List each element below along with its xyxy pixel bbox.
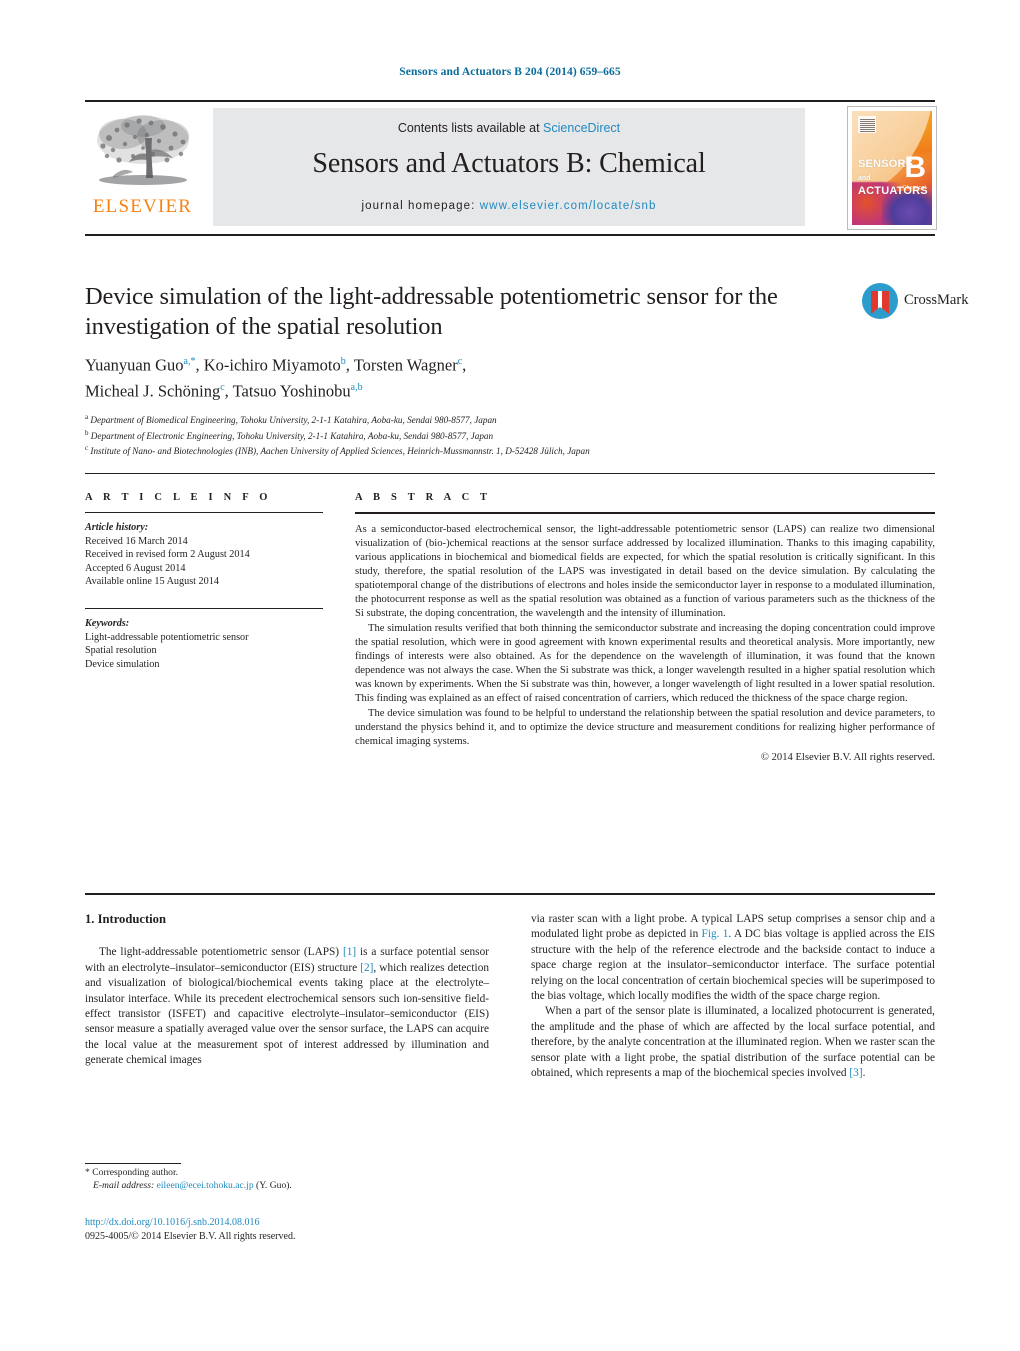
corresponding-author-footnote: * Corresponding author. E-mail address: …: [85, 1166, 489, 1192]
author-list: Yuanyuan Guoa,*, Ko-ichiro Miyamotob, To…: [85, 351, 845, 402]
abstract-paragraph-1: As a semiconductor-based electrochemical…: [355, 523, 935, 620]
article-info-column: A R T I C L E I N F O Article history: R…: [85, 492, 323, 671]
journal-masthead: ELSEVIER Contents lists available at Sci…: [85, 100, 937, 236]
author-yoshinobu: , Tatsuo Yoshinobu: [224, 381, 351, 400]
rule-below-abstract: [85, 893, 935, 895]
intro-paragraph-left: The light-addressable potentiometric sen…: [85, 945, 489, 1068]
keywords-rule: [85, 607, 323, 609]
author-guo: Yuanyuan Guo: [85, 355, 184, 375]
cover-series-sublabel: Chemical: [902, 185, 926, 191]
contents-available-line: Contents lists available at ScienceDirec…: [213, 121, 805, 135]
author-miyamoto: , Ko-ichiro Miyamoto: [195, 355, 341, 375]
issn-copyright-line: 0925-4005/© 2014 Elsevier B.V. All right…: [85, 1231, 296, 1242]
crossmark-badge[interactable]: CrossMark: [862, 281, 968, 323]
footnote-separator-rule: [85, 1163, 181, 1164]
elsevier-logo: ELSEVIER: [85, 108, 200, 232]
abstract-copyright: © 2014 Elsevier B.V. All rights reserved…: [760, 752, 935, 763]
citation-1[interactable]: [1]: [343, 946, 356, 958]
keyword-1: Light-addressable potentiometric sensor: [85, 631, 249, 643]
corresponding-author-text: Corresponding author.: [92, 1167, 179, 1178]
homepage-prefix: journal homepage:: [361, 200, 480, 212]
elsevier-wordmark: ELSEVIER: [92, 196, 193, 217]
sciencedirect-link[interactable]: ScienceDirect: [543, 121, 620, 135]
author-guo-marker[interactable]: a,*: [184, 356, 196, 367]
rule-under-affiliations: [85, 473, 935, 474]
section-heading-introduction: 1. Introduction: [85, 912, 166, 926]
elsevier-tree-icon: [97, 115, 189, 185]
abstract-paragraph-2: The simulation results verified that bot…: [355, 622, 935, 705]
journal-reference: Sensors and Actuators B 204 (2014) 659–6…: [399, 66, 621, 78]
email-link[interactable]: eileen@ecei.tohoku.ac.jp: [157, 1180, 254, 1191]
cover-elsevier-mark-icon: [858, 116, 876, 133]
email-owner: (Y. Guo).: [256, 1180, 292, 1192]
footnote-star: *: [85, 1167, 90, 1178]
masthead-bottom-rule: [85, 234, 935, 236]
affiliation-a-text: Department of Biomedical Engineering, To…: [90, 415, 497, 426]
intro-paragraph-right-1: via raster scan with a light probe. A ty…: [531, 912, 935, 1004]
page-title: Device simulation of the light-addressab…: [85, 283, 778, 340]
figure-1-link[interactable]: Fig. 1: [702, 928, 729, 940]
journal-homepage-link[interactable]: www.elsevier.com/locate/snb: [480, 200, 657, 212]
author-schoning: Micheal J. Schöning: [85, 381, 221, 400]
author-yoshinobu-marker[interactable]: a,b: [351, 382, 363, 393]
masthead-band: Contents lists available at ScienceDirec…: [213, 108, 805, 226]
affiliation-b: b Department of Electronic Engineering, …: [85, 427, 845, 443]
affiliation-b-text: Department of Electronic Engineering, To…: [90, 430, 494, 441]
masthead-top-rule: [85, 100, 935, 102]
article-history-label: Article history:: [85, 522, 149, 533]
abstract-rule: [355, 512, 935, 514]
keywords-block: Keywords: Light-addressable potentiometr…: [85, 617, 323, 671]
affiliation-c-text: Institute of Nano- and Biotechnologies (…: [90, 446, 590, 457]
corresponding-line: * Corresponding author.: [85, 1166, 489, 1179]
history-online: Available online 15 August 2014: [85, 576, 219, 588]
doi-link[interactable]: http://dx.doi.org/10.1016/j.snb.2014.08.…: [85, 1216, 505, 1230]
journal-cover-thumbnail[interactable]: SENSORS and ACTUATORS B Chemical: [847, 106, 937, 230]
cover-series-letter: B: [904, 151, 926, 184]
article-history-block: Article history: Received 16 March 2014 …: [85, 521, 323, 589]
affiliation-c: c Institute of Nano- and Biotechnologies…: [85, 442, 845, 458]
intro-left-seg1: The light-addressable potentiometric sen…: [99, 946, 343, 959]
abstract-heading: A B S T R A C T: [355, 492, 492, 503]
citation-2[interactable]: [2]: [360, 962, 373, 974]
cover-and: and: [858, 174, 871, 182]
journal-homepage-line: journal homepage: www.elsevier.com/locat…: [213, 200, 805, 212]
affiliation-a-marker: a: [85, 413, 89, 421]
citation-3[interactable]: [3]: [849, 1067, 862, 1079]
history-accepted: Accepted 6 August 2014: [85, 562, 186, 574]
body-column-left: 1. Introduction The light-addressable po…: [85, 912, 489, 1069]
body-column-right: via raster scan with a light probe. A ty…: [531, 912, 935, 1081]
author-line1-tail: ,: [462, 355, 467, 375]
contents-prefix: Contents lists available at: [397, 121, 544, 135]
crossmark-label: CrossMark: [904, 292, 969, 308]
abstract-paragraph-3: The device simulation was found to be he…: [355, 707, 935, 747]
email-line: E-mail address: eileen@ecei.tohoku.ac.jp…: [85, 1179, 489, 1192]
title-author-block: Device simulation of the light-addressab…: [85, 282, 845, 458]
article-info-rule: [85, 512, 323, 513]
article-info-heading: A R T I C L E I N F O: [85, 492, 272, 503]
abstract-column: A B S T R A C T As a semiconductor-based…: [355, 492, 935, 765]
page-footer: http://dx.doi.org/10.1016/j.snb.2014.08.…: [85, 1216, 505, 1244]
affiliation-a: a Department of Biomedical Engineering, …: [85, 411, 845, 427]
abstract-body: As a semiconductor-based electrochemical…: [355, 523, 935, 766]
intro-paragraph-right-2: When a part of the sensor plate is illum…: [531, 1004, 935, 1081]
crossmark-icon: [862, 283, 898, 319]
intro-right2-seg1: When a part of the sensor plate is illum…: [531, 1005, 935, 1080]
cover-elsevier-mark-inner: [859, 117, 875, 132]
affiliation-c-marker: c: [85, 444, 89, 453]
author-wagner: , Torsten Wagner: [345, 355, 458, 375]
intro-right2-seg2: .: [862, 1067, 866, 1080]
keywords-label: Keywords:: [85, 617, 130, 629]
article-page: Sensors and Actuators B 204 (2014) 659–6…: [0, 0, 1020, 1351]
email-label: E-mail address:: [93, 1180, 155, 1192]
journal-title: Sensors and Actuators B: Chemical: [312, 148, 706, 179]
journal-cover-art: SENSORS and ACTUATORS B Chemical: [852, 111, 932, 225]
affiliation-b-marker: b: [85, 428, 89, 437]
intro-left-seg3: , which realizes detection and visualiza…: [85, 961, 489, 1067]
affiliation-list: a Department of Biomedical Engineering, …: [85, 411, 845, 458]
keyword-2: Spatial resolution: [85, 645, 157, 657]
keyword-3: Device simulation: [85, 658, 160, 670]
history-revised: Received in revised form 2 August 2014: [85, 549, 250, 561]
history-received: Received 16 March 2014: [85, 535, 188, 547]
